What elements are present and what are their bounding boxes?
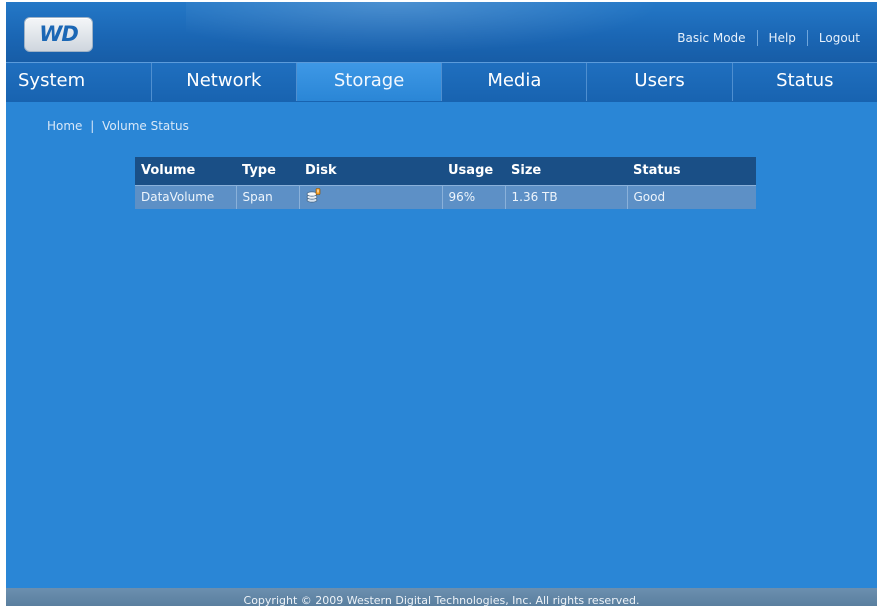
tab-users[interactable]: Users bbox=[587, 63, 733, 101]
tab-network[interactable]: Network bbox=[152, 63, 297, 101]
app-frame: WD Basic Mode Help Logout System Network… bbox=[6, 2, 877, 606]
volume-status-table: Volume Type Disk Usage Size Status DataV… bbox=[135, 157, 756, 209]
copyright-text: Copyright © 2009 Western Digital Technol… bbox=[243, 594, 640, 606]
cell-size: 1.36 TB bbox=[505, 184, 628, 209]
column-header-disk: Disk bbox=[299, 157, 442, 185]
cell-usage: 96% bbox=[442, 184, 506, 209]
logo-text: WD bbox=[39, 22, 79, 46]
cell-volume: DataVolume bbox=[135, 184, 237, 209]
wd-logo: WD bbox=[24, 17, 93, 52]
tab-storage[interactable]: Storage bbox=[296, 63, 443, 101]
column-header-type: Type bbox=[236, 157, 299, 185]
breadcrumb-home[interactable]: Home bbox=[47, 119, 82, 133]
column-header-status: Status bbox=[627, 157, 756, 185]
column-header-volume: Volume bbox=[135, 157, 236, 185]
breadcrumb-current: Volume Status bbox=[102, 119, 189, 133]
tab-media[interactable]: Media bbox=[442, 63, 588, 101]
header: WD Basic Mode Help Logout bbox=[6, 2, 877, 62]
top-links: Basic Mode Help Logout bbox=[666, 28, 871, 48]
column-header-usage: Usage bbox=[442, 157, 505, 185]
tab-status[interactable]: Status bbox=[733, 63, 877, 101]
breadcrumb: Home | Volume Status bbox=[47, 119, 189, 133]
logout-link[interactable]: Logout bbox=[808, 31, 871, 45]
breadcrumb-separator: | bbox=[90, 119, 95, 133]
tab-system[interactable]: System bbox=[6, 63, 152, 101]
disk-stack-warning-icon[interactable] bbox=[306, 187, 322, 207]
table-row[interactable]: DataVolume Span 96% 1.36 TB Good bbox=[135, 184, 756, 209]
column-header-size: Size bbox=[505, 157, 627, 185]
main-nav: System Network Storage Media Users Statu… bbox=[6, 62, 877, 102]
cell-disk bbox=[299, 184, 443, 209]
cell-status: Good bbox=[627, 184, 756, 209]
basic-mode-link[interactable]: Basic Mode bbox=[666, 31, 756, 45]
table-header-row: Volume Type Disk Usage Size Status bbox=[135, 157, 756, 185]
help-link[interactable]: Help bbox=[758, 31, 807, 45]
footer: Copyright © 2009 Western Digital Technol… bbox=[6, 588, 877, 606]
cell-type: Span bbox=[236, 184, 300, 209]
